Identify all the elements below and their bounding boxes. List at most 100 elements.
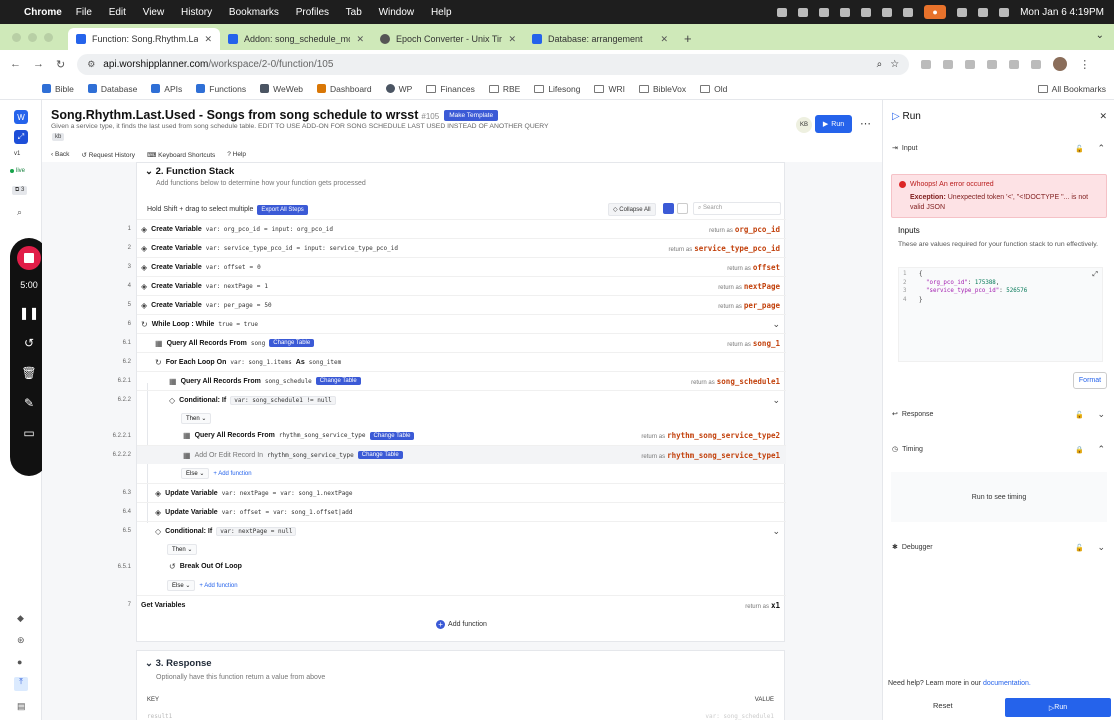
extensions-puzzle-icon[interactable]	[1009, 59, 1020, 69]
menu-edit[interactable]: Edit	[109, 7, 126, 18]
make-template-button[interactable]: Make Template	[444, 110, 499, 121]
back-icon[interactable]: ←	[10, 58, 21, 70]
app-name[interactable]: Chrome	[24, 7, 62, 18]
input-section-header[interactable]: ⇥ Input	[892, 144, 917, 153]
step-row[interactable]: 6.2.2.1 ▦ Query All Records From rhythm_so…	[113, 426, 786, 445]
step-row[interactable]: 6.5 ◇ Conditional: If var: nextPage = null…	[123, 521, 786, 540]
menu-view[interactable]: View	[143, 7, 165, 18]
tab-function[interactable]: Function: Song.Rhythm.Last.Use ✕	[68, 28, 220, 50]
step-row[interactable]: 5 ◈ Create Variable var: per_page = 50 retur…	[128, 295, 786, 314]
camera-icon[interactable]: ▭	[23, 418, 34, 448]
section-title[interactable]: ⌄ 3. Response	[145, 658, 212, 669]
new-tab-button[interactable]: +	[676, 31, 700, 50]
sidepanel-icon[interactable]	[1031, 59, 1042, 69]
step-row[interactable]: 1 ◈ Create Variable var: org_pco_id = input:…	[128, 219, 786, 238]
bookmark-biblevox[interactable]: BibleVox	[638, 84, 686, 94]
step-row[interactable]: 3 ◈ Create Variable var: offset = 0 return a…	[128, 257, 786, 276]
menu-window[interactable]: Window	[379, 7, 415, 18]
menu-history[interactable]: History	[181, 7, 212, 18]
then-dropdown[interactable]: Then ⌄	[167, 544, 198, 555]
close-icon[interactable]: ✕	[204, 34, 212, 45]
chevron-down-icon[interactable]: ⌄	[772, 526, 780, 537]
play-icon[interactable]	[903, 7, 914, 17]
bookmark-lifesong[interactable]: Lifesong	[534, 84, 580, 94]
close-icon[interactable]: ✕	[660, 34, 668, 45]
version-label[interactable]: v1	[14, 151, 20, 157]
reset-button[interactable]: Reset	[933, 701, 953, 710]
bookmark-database[interactable]: Database	[87, 84, 137, 94]
request-history-button[interactable]: ↺ Request History	[81, 151, 135, 159]
step-row[interactable]: 6.2.1 ▦ Query All Records From song_schedu…	[118, 371, 786, 390]
panel-run-button[interactable]: ▷ Run	[1005, 698, 1111, 717]
inputs-json-editor[interactable]: ⤢ 1{ 2 "org_pco_id": 175388, 3 "service_…	[898, 267, 1103, 362]
wifi-icon[interactable]	[978, 7, 989, 17]
else-dropdown[interactable]: Else ⌄	[181, 468, 210, 479]
detail-view-icon[interactable]	[677, 203, 688, 214]
chevron-down-icon[interactable]: ⌄	[772, 395, 780, 406]
close-icon[interactable]: ✕	[508, 34, 516, 45]
unlock-icon[interactable]: 🔓	[1075, 411, 1084, 419]
keyboard-shortcuts-button[interactable]: ⌨ Keyboard Shortcuts	[147, 151, 215, 159]
documentation-link[interactable]: documentation.	[983, 680, 1031, 687]
tab-addon[interactable]: Addon: song_schedule_most_re ✕	[220, 28, 372, 50]
step-row[interactable]: 6.4 ◈ Update Variable var: offset = var: son…	[123, 502, 786, 521]
site-info-icon[interactable]: ⚙	[87, 59, 95, 70]
more-icon[interactable]: ⋮	[1079, 58, 1090, 71]
bookmark-dashboard[interactable]: Dashboard	[317, 84, 372, 94]
settings-icon[interactable]	[882, 7, 893, 17]
bookmark-rbe[interactable]: RBE	[488, 84, 520, 94]
branch-count[interactable]: ⧉ 3	[12, 186, 28, 195]
step-row[interactable]: 6 ↻ While Loop : While true = true ⌄	[128, 314, 786, 333]
help-button[interactable]: ? Help	[227, 151, 246, 159]
menu-bookmarks[interactable]: Bookmarks	[229, 7, 279, 18]
menu-profiles[interactable]: Profiles	[296, 7, 329, 18]
format-button[interactable]: Format	[1073, 372, 1107, 389]
close-icon[interactable]: ✕	[1099, 111, 1107, 122]
live-badge[interactable]: live	[10, 168, 25, 174]
response-section-header[interactable]: ↩ Response	[892, 410, 933, 419]
step-row-selected[interactable]: 6.2.2.2 ▦ Add Or Edit Record In rhythm_son…	[113, 445, 786, 464]
menu-file[interactable]: File	[76, 7, 92, 18]
add-function-link[interactable]: + Add function	[213, 471, 251, 477]
step-row[interactable]: 7 Get Variables return as x1	[128, 595, 786, 614]
chevron-down-icon[interactable]: ⌄	[772, 319, 780, 330]
menu-tab[interactable]: Tab	[346, 7, 362, 18]
step-row[interactable]: 6.2 ↻ For Each Loop On var: song_1.items As…	[123, 352, 786, 371]
step-row[interactable]: 4 ◈ Create Variable var: nextPage = 1 return…	[128, 276, 786, 295]
change-table-button[interactable]: Change Table	[369, 431, 415, 440]
response-value[interactable]: var: song_schedule1	[705, 713, 774, 720]
bookmark-functions[interactable]: Functions	[196, 84, 246, 94]
restart-icon[interactable]: ↺	[24, 328, 34, 358]
then-dropdown[interactable]: Then ⌄	[181, 413, 212, 424]
window-controls[interactable]	[12, 33, 53, 42]
chevron-up-icon[interactable]: ⌃	[1097, 143, 1105, 154]
collapse-chevron-icon[interactable]: ⌄	[145, 166, 156, 177]
change-table-button[interactable]: Change Table	[357, 451, 403, 459]
expand-icon[interactable]: ⤢	[1092, 270, 1098, 279]
status-icon[interactable]	[777, 7, 788, 17]
notification-icon[interactable]: ◆	[17, 613, 24, 624]
upload-icon[interactable]: ⤒	[14, 677, 28, 691]
collapse-all-button[interactable]: ◇ Collapse All	[608, 203, 656, 216]
collapse-chevron-icon[interactable]: ⌄	[145, 658, 156, 669]
stop-recording-button[interactable]	[17, 246, 41, 270]
bookmark-finances[interactable]: Finances	[426, 84, 475, 94]
xano-logo-icon[interactable]: ⤢	[14, 130, 28, 144]
debugger-section-header[interactable]: ✱ Debugger	[892, 543, 933, 552]
unlock-icon[interactable]: 🔓	[1075, 145, 1084, 153]
function-description[interactable]: Given a service type, it finds the last …	[51, 123, 549, 130]
trash-icon[interactable]: 🗑	[21, 358, 36, 388]
unlock-icon[interactable]: 🔓	[1075, 544, 1084, 552]
reload-icon[interactable]: ↻	[56, 58, 65, 71]
close-icon[interactable]: ✕	[356, 34, 364, 45]
step-row[interactable]: 6.3 ◈ Update Variable var: nextPage = var: s…	[123, 483, 786, 502]
siri-icon[interactable]	[999, 7, 1010, 17]
back-button[interactable]: ‹ Back	[51, 151, 69, 159]
step-row[interactable]: 2 ◈ Create Variable var: service_type_pco_…	[128, 238, 786, 257]
profile-avatar[interactable]	[1053, 57, 1068, 71]
history-icon[interactable]	[798, 7, 809, 17]
screen-icon[interactable]	[840, 7, 851, 17]
bookmark-bible[interactable]: Bible	[42, 84, 74, 94]
help-icon[interactable]: ⊛	[17, 635, 25, 646]
add-function-link[interactable]: + Add function	[199, 583, 237, 589]
